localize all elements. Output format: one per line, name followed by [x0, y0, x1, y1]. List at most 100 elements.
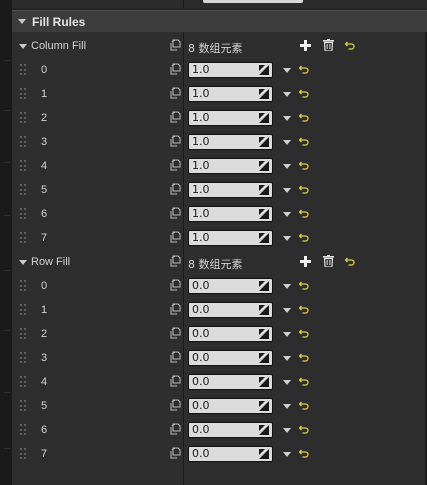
float-value-field[interactable]: [188, 158, 273, 174]
reset-to-default-icon[interactable]: [299, 184, 309, 194]
float-value-input[interactable]: [189, 279, 256, 293]
plus-icon[interactable]: [300, 40, 311, 51]
expand-caret-icon[interactable]: [18, 19, 26, 24]
float-value-field[interactable]: [188, 182, 273, 198]
chevron-down-icon[interactable]: [283, 236, 291, 241]
chevron-down-icon[interactable]: [283, 212, 291, 217]
array-element-row[interactable]: 1: [12, 82, 427, 106]
reset-to-default-icon[interactable]: [299, 112, 309, 122]
chevron-down-icon[interactable]: [283, 404, 291, 409]
previous-value-field[interactable]: [203, 0, 303, 3]
copy-paste-icon[interactable]: [170, 255, 182, 267]
float-value-field[interactable]: [188, 110, 273, 126]
array-element-row[interactable]: 3: [12, 130, 427, 154]
float-value-field[interactable]: [188, 422, 273, 438]
reset-to-default-icon[interactable]: [345, 40, 355, 50]
expand-caret-icon[interactable]: [19, 260, 27, 265]
numeric-spin-icon[interactable]: [259, 65, 269, 75]
numeric-spin-icon[interactable]: [259, 329, 269, 339]
array-element-row[interactable]: 6: [12, 418, 427, 442]
drag-handle-icon[interactable]: [20, 136, 26, 148]
float-value-field[interactable]: [188, 278, 273, 294]
float-value-field[interactable]: [188, 86, 273, 102]
copy-paste-icon[interactable]: [170, 63, 182, 75]
drag-handle-icon[interactable]: [20, 424, 26, 436]
drag-handle-icon[interactable]: [20, 280, 26, 292]
chevron-down-icon[interactable]: [283, 92, 291, 97]
numeric-spin-icon[interactable]: [259, 137, 269, 147]
numeric-spin-icon[interactable]: [259, 281, 269, 291]
chevron-down-icon[interactable]: [283, 356, 291, 361]
reset-to-default-icon[interactable]: [299, 160, 309, 170]
copy-paste-icon[interactable]: [170, 39, 182, 51]
float-value-field[interactable]: [188, 398, 273, 414]
drag-handle-icon[interactable]: [20, 184, 26, 196]
numeric-spin-icon[interactable]: [259, 209, 269, 219]
expand-caret-icon[interactable]: [19, 44, 27, 49]
array-element-row[interactable]: 7: [12, 442, 427, 466]
array-element-row[interactable]: 5: [12, 178, 427, 202]
drag-handle-icon[interactable]: [20, 400, 26, 412]
numeric-spin-icon[interactable]: [259, 449, 269, 459]
float-value-field[interactable]: [188, 326, 273, 342]
copy-paste-icon[interactable]: [170, 399, 182, 411]
float-value-input[interactable]: [189, 231, 256, 245]
float-value-input[interactable]: [189, 111, 256, 125]
copy-paste-icon[interactable]: [170, 375, 182, 387]
reset-to-default-icon[interactable]: [299, 448, 309, 458]
chevron-down-icon[interactable]: [283, 164, 291, 169]
float-value-field[interactable]: [188, 446, 273, 462]
array-element-row[interactable]: 2: [12, 106, 427, 130]
float-value-field[interactable]: [188, 206, 273, 222]
float-value-input[interactable]: [189, 351, 256, 365]
copy-paste-icon[interactable]: [170, 207, 182, 219]
numeric-spin-icon[interactable]: [259, 305, 269, 315]
numeric-spin-icon[interactable]: [259, 233, 269, 243]
float-value-input[interactable]: [189, 399, 256, 413]
array-element-row[interactable]: 1: [12, 298, 427, 322]
copy-paste-icon[interactable]: [170, 447, 182, 459]
drag-handle-icon[interactable]: [20, 328, 26, 340]
drag-handle-icon[interactable]: [20, 376, 26, 388]
reset-to-default-icon[interactable]: [299, 232, 309, 242]
float-value-field[interactable]: [188, 350, 273, 366]
array-element-row[interactable]: 2: [12, 322, 427, 346]
float-value-field[interactable]: [188, 134, 273, 150]
copy-paste-icon[interactable]: [170, 111, 182, 123]
chevron-down-icon[interactable]: [283, 332, 291, 337]
array-element-row[interactable]: 0: [12, 58, 427, 82]
drag-handle-icon[interactable]: [20, 88, 26, 100]
array-element-row[interactable]: 4: [12, 154, 427, 178]
numeric-spin-icon[interactable]: [259, 185, 269, 195]
float-value-input[interactable]: [189, 375, 256, 389]
drag-handle-icon[interactable]: [20, 208, 26, 220]
float-value-field[interactable]: [188, 62, 273, 78]
numeric-spin-icon[interactable]: [259, 377, 269, 387]
plus-icon[interactable]: [300, 256, 311, 267]
numeric-spin-icon[interactable]: [259, 401, 269, 411]
reset-to-default-icon[interactable]: [299, 304, 309, 314]
drag-handle-icon[interactable]: [20, 304, 26, 316]
reset-to-default-icon[interactable]: [299, 424, 309, 434]
reset-to-default-icon[interactable]: [299, 400, 309, 410]
float-value-field[interactable]: [188, 374, 273, 390]
copy-paste-icon[interactable]: [170, 303, 182, 315]
drag-handle-icon[interactable]: [20, 232, 26, 244]
reset-to-default-icon[interactable]: [299, 136, 309, 146]
chevron-down-icon[interactable]: [283, 308, 291, 313]
drag-handle-icon[interactable]: [20, 112, 26, 124]
copy-paste-icon[interactable]: [170, 279, 182, 291]
float-value-input[interactable]: [189, 63, 256, 77]
float-value-input[interactable]: [189, 207, 256, 221]
drag-handle-icon[interactable]: [20, 352, 26, 364]
copy-paste-icon[interactable]: [170, 183, 182, 195]
float-value-input[interactable]: [189, 327, 256, 341]
trash-icon[interactable]: [323, 255, 334, 267]
chevron-down-icon[interactable]: [283, 140, 291, 145]
copy-paste-icon[interactable]: [170, 423, 182, 435]
array-element-row[interactable]: 3: [12, 346, 427, 370]
chevron-down-icon[interactable]: [283, 188, 291, 193]
reset-to-default-icon[interactable]: [299, 280, 309, 290]
copy-paste-icon[interactable]: [170, 231, 182, 243]
float-value-input[interactable]: [189, 87, 256, 101]
